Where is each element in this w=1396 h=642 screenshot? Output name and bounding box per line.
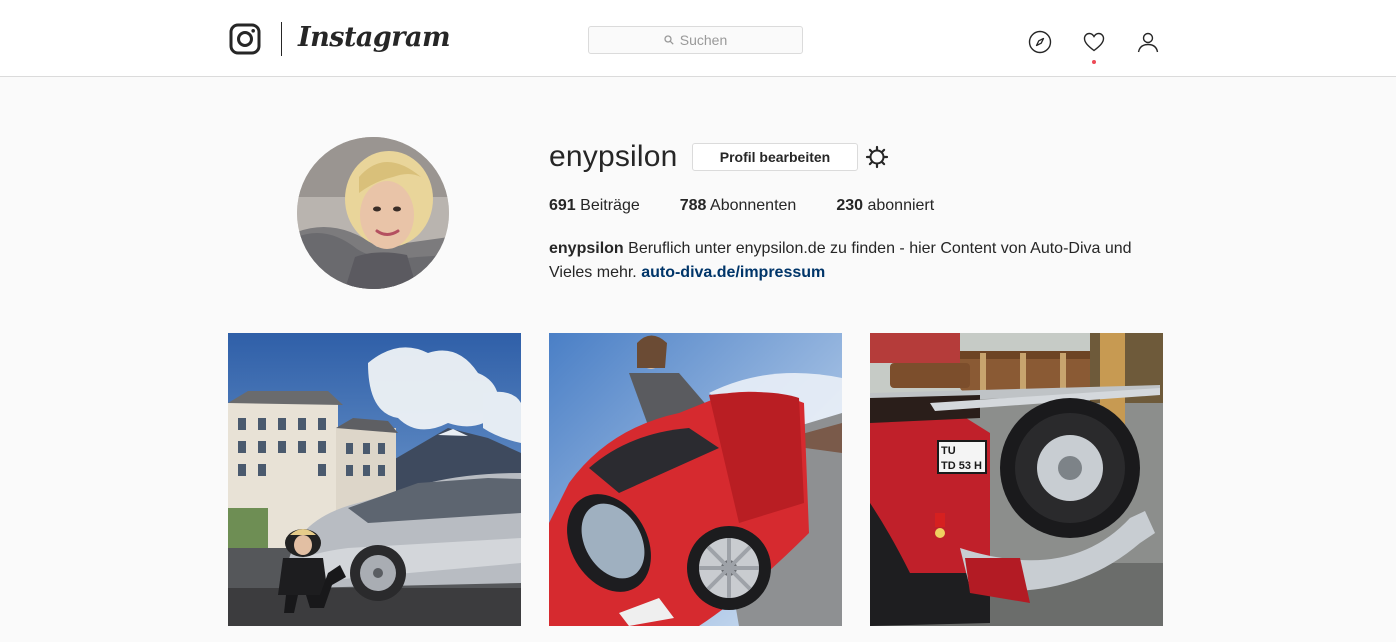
post-photo-porsche [549,333,842,626]
stat-followers-label: Abonnenten [710,197,797,214]
person-icon[interactable] [1136,30,1160,54]
post-photo-vintage-car: TU TD 53 H [870,333,1163,626]
stat-posts-count: 691 [549,197,576,214]
search-input[interactable]: Suchen [588,26,803,54]
top-nav-bar: Instagram Suchen [0,0,1396,77]
plate-canton: TU [941,445,956,457]
gear-icon[interactable] [865,145,889,169]
profile-username: enypsilon [549,140,678,173]
search-icon [664,35,674,45]
logo-divider [281,22,282,56]
profile-avatar[interactable] [297,137,449,289]
bio-text: Beruflich unter enypsilon.de zu finden -… [549,240,1132,281]
stat-following[interactable]: 230 abonniert [836,197,934,215]
instagram-wordmark[interactable]: Instagram [298,22,451,53]
stat-posts-label: Beiträge [580,197,640,214]
instagram-camera-icon[interactable] [229,23,261,55]
avatar-photo [297,137,449,289]
stat-followers-count: 788 [679,197,707,214]
stat-following-count: 230 [836,197,864,214]
search-placeholder: Suchen [679,32,728,48]
bio-name: enypsilon [549,240,624,257]
profile-stats: 691 Beiträge 788 Abonnenten 230 abonnier… [549,197,974,215]
heart-icon[interactable] [1082,30,1106,54]
post-thumbnail-2[interactable] [549,333,842,626]
stat-posts: 691 Beiträge [549,197,640,215]
post-photo-mercedes [228,333,521,626]
post-thumbnail-1[interactable] [228,333,521,626]
compass-icon[interactable] [1028,30,1052,54]
stat-following-label: abonniert [867,197,935,214]
edit-profile-button[interactable]: Profil bearbeiten [692,143,858,171]
plate-number: TD 53 H [941,460,982,472]
stat-followers[interactable]: 788 Abonnenten [680,197,797,215]
post-thumbnail-3[interactable]: TU TD 53 H [870,333,1163,626]
notification-dot [1092,60,1096,64]
profile-bio: enypsilon Beruflich unter enypsilon.de z… [549,237,1169,285]
bio-link[interactable]: auto-diva.de/impressum [641,264,825,281]
